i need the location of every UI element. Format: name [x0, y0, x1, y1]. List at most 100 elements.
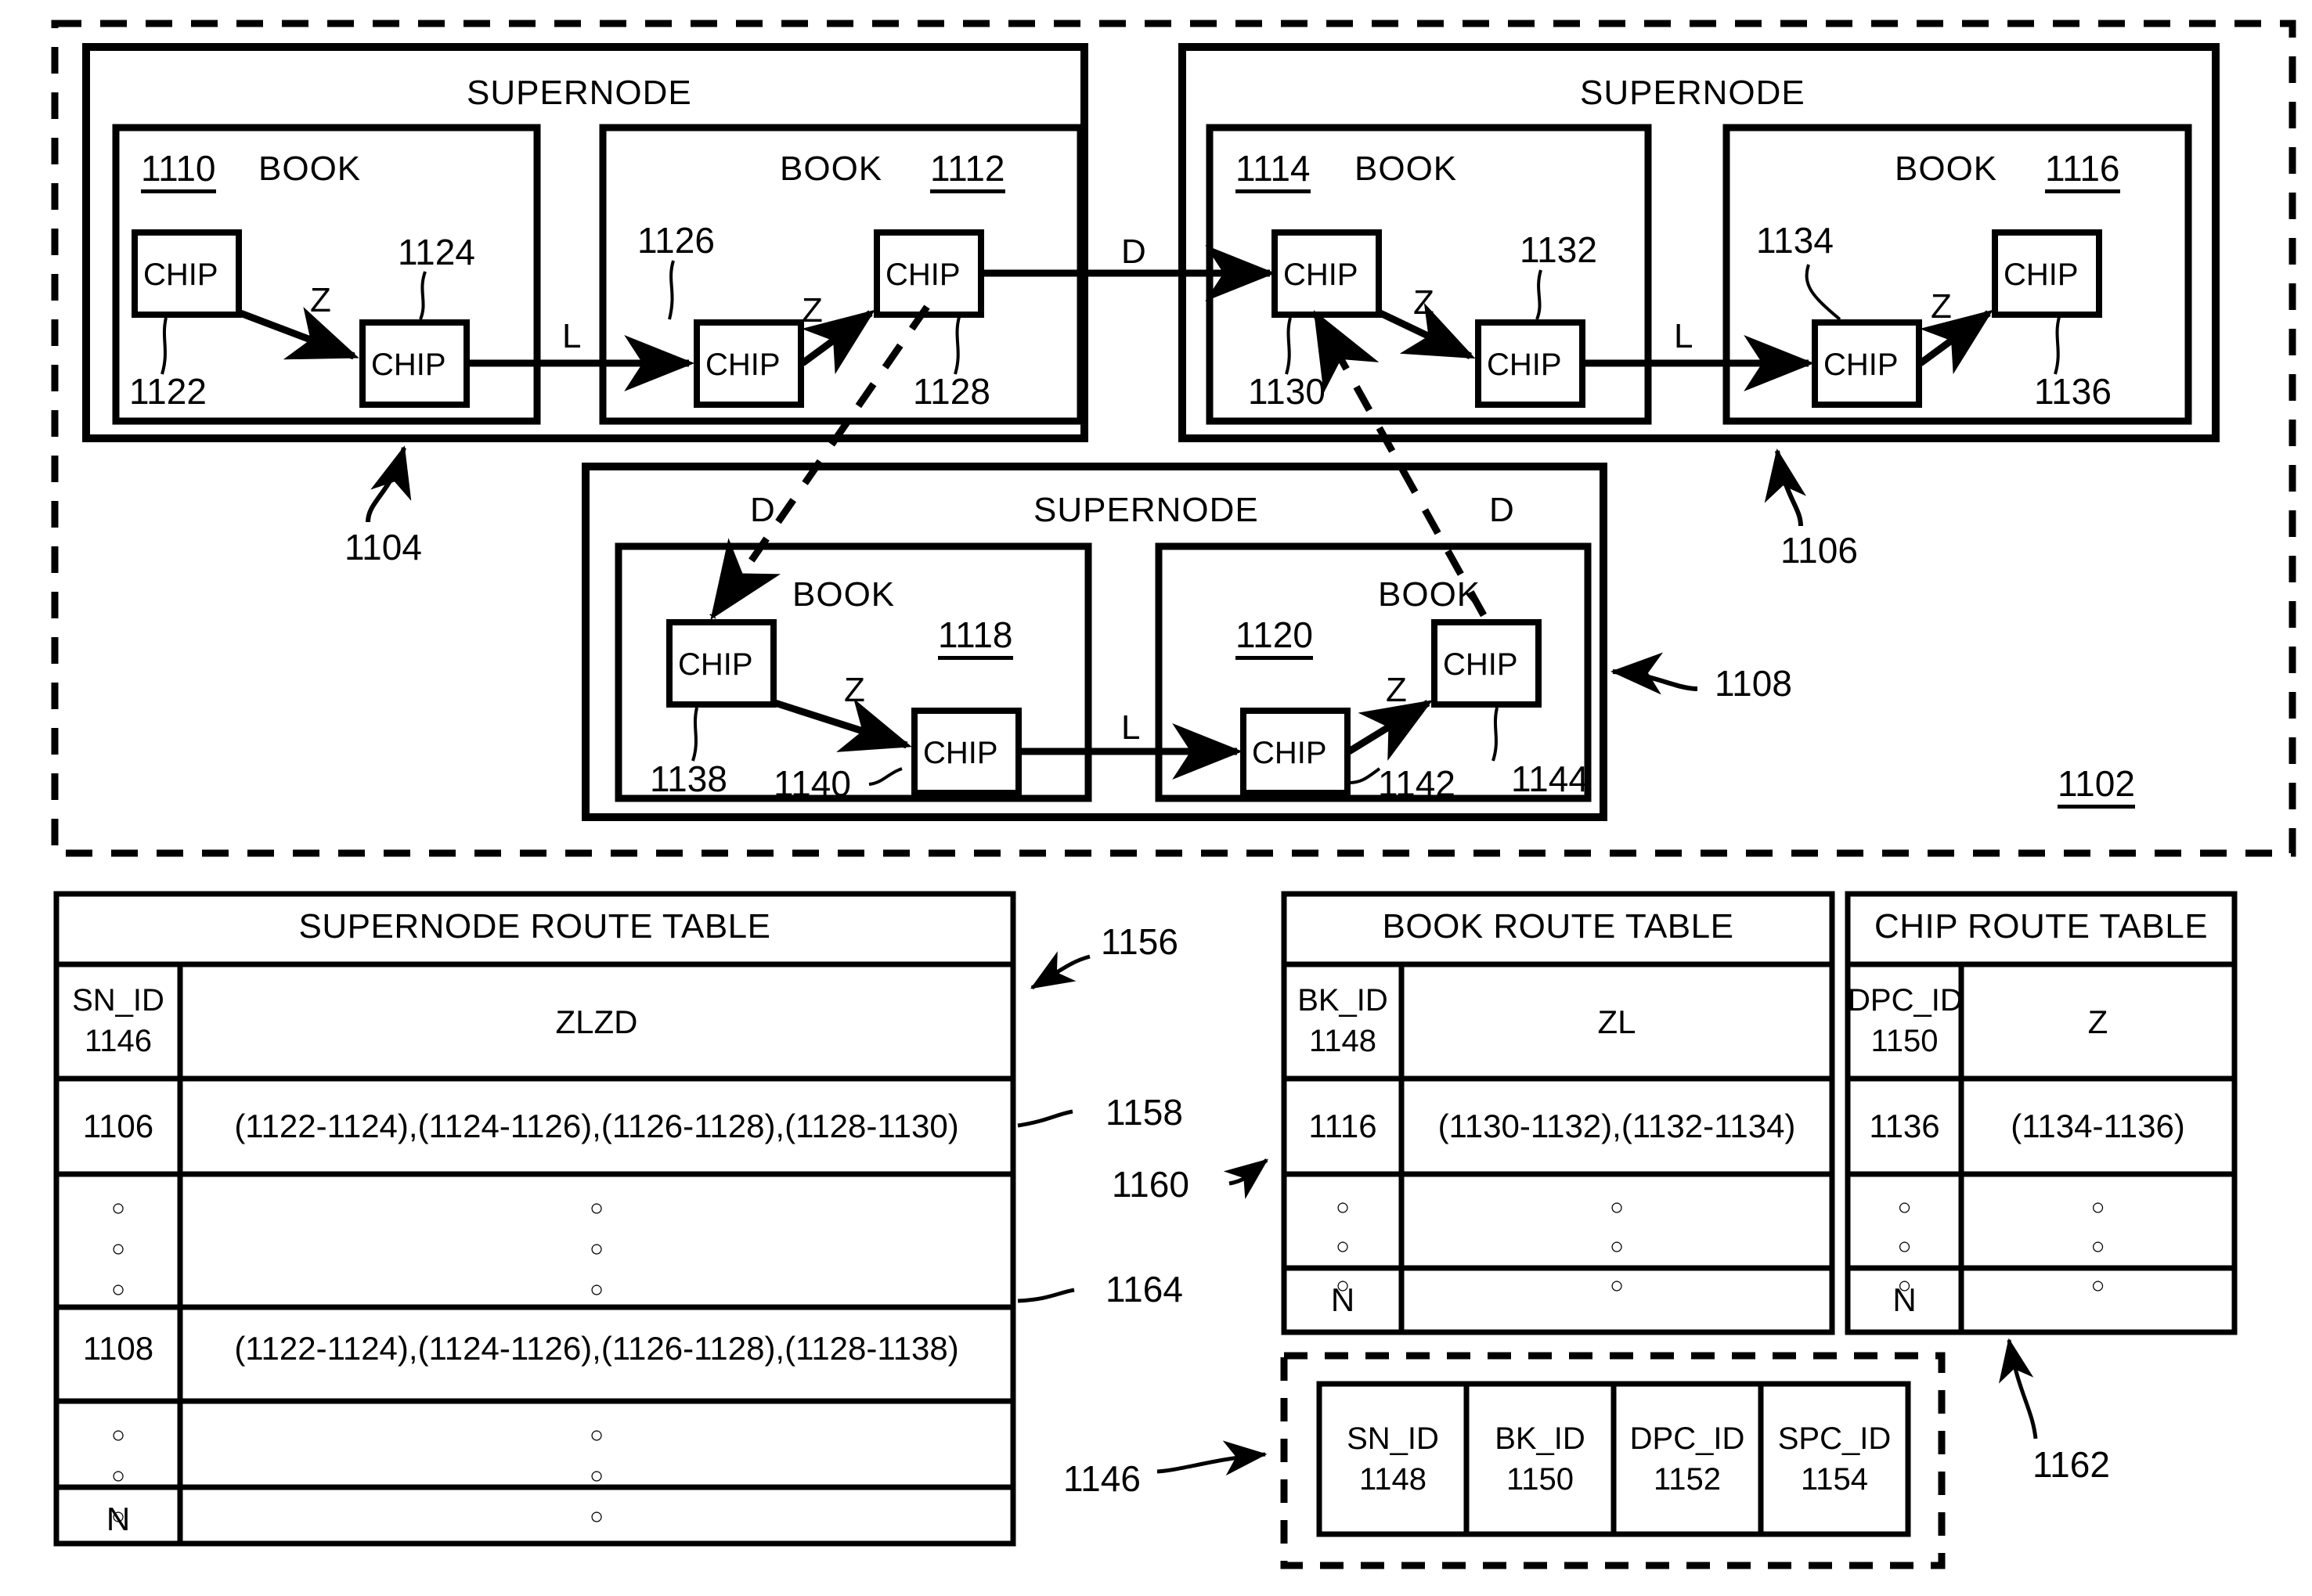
- leader-1156: [1030, 951, 1091, 990]
- ref-1116: 1116: [2045, 150, 2120, 193]
- book-route-table-col-bkid: BK_ID: [1297, 983, 1388, 1018]
- chip-1124-label: CHIP: [371, 348, 446, 382]
- brt-row0-id: 1116: [1308, 1108, 1377, 1144]
- ref-1160: 1160: [1112, 1164, 1189, 1205]
- l-label-3: L: [1121, 708, 1141, 747]
- ref-1132: 1132: [1520, 229, 1597, 270]
- z-link-1142-1144: [1347, 700, 1434, 761]
- chip-route-table-col-dpcid-ref: 1150: [1870, 1024, 1939, 1058]
- chip-route-table-title: CHIP ROUTE TABLE: [1874, 907, 2209, 946]
- brt-row2-id: N: [1330, 1281, 1355, 1318]
- z-label-2: Z: [802, 291, 823, 330]
- ref-1108: 1108: [1715, 663, 1792, 704]
- book-1120-caption: BOOK: [1378, 575, 1481, 614]
- ref-1142: 1142: [1378, 763, 1455, 804]
- leader-1164: [1017, 1288, 1075, 1303]
- leader-1134: [1805, 264, 1841, 321]
- leader-1122: [161, 317, 168, 375]
- leader-1158: [1017, 1109, 1073, 1128]
- brt-row0-route: (1130-1132),(1132-1134): [1437, 1108, 1796, 1144]
- ref-1102: 1102: [2058, 766, 2135, 809]
- book-route-table-title: BOOK ROUTE TABLE: [1382, 907, 1734, 946]
- ref-1106: 1106: [1780, 530, 1858, 571]
- z-link-1122-1124: [239, 306, 359, 360]
- id-record-field-snid-ref: 1148: [1358, 1462, 1427, 1497]
- book-route-table-col-bkid-ref: 1148: [1308, 1024, 1376, 1058]
- book-1118-caption: BOOK: [792, 575, 896, 614]
- chip-1126-label: CHIP: [705, 348, 781, 382]
- brt-row1-route-ellipsis: ○ ○ ○: [1609, 1194, 1625, 1299]
- patent-figure: SUPERNODE 1110 BOOK CHIP 1122 CHIP 1124 …: [0, 0, 2312, 1596]
- book-1114-caption: BOOK: [1354, 150, 1458, 188]
- ref-1162: 1162: [2032, 1444, 2110, 1485]
- id-record-field-dpcid-ref: 1152: [1653, 1462, 1721, 1497]
- srt-row3-route-ellipsis: ○ ○ ○: [589, 1422, 604, 1529]
- chip-1144-label: CHIP: [1443, 647, 1518, 682]
- ref-1124: 1124: [398, 232, 475, 272]
- l-label-2: L: [1674, 317, 1693, 355]
- supernode-1106-caption: SUPERNODE: [1580, 74, 1805, 112]
- d-label-3: D: [1489, 491, 1514, 529]
- ref-1140: 1140: [774, 763, 851, 804]
- leader-1126: [668, 260, 675, 320]
- leader-1108: [1610, 652, 1698, 695]
- leader-1136: [2054, 316, 2061, 375]
- leader-1146: [1156, 1440, 1268, 1476]
- chip-1142-label: CHIP: [1252, 736, 1327, 770]
- chip-route-table-col-dpcid: DPC_ID: [1848, 983, 1963, 1018]
- ref-1118: 1118: [938, 617, 1013, 660]
- z-label-6: Z: [1386, 671, 1407, 709]
- chip-1122-label: CHIP: [143, 258, 218, 292]
- d-label-2: D: [750, 491, 775, 529]
- crt-row0-id: 1136: [1869, 1108, 1940, 1144]
- chip-1140-label: CHIP: [923, 736, 998, 770]
- srt-row0-id: 1106: [82, 1108, 154, 1144]
- id-record-field-bkid: BK_ID: [1495, 1421, 1585, 1456]
- srt-row1-id-ellipsis: ○ ○ ○: [110, 1195, 126, 1302]
- leader-1130: [1285, 317, 1292, 375]
- ref-1110: 1110: [141, 150, 216, 193]
- supernode-route-table-col-snid: SN_ID: [72, 983, 164, 1018]
- supernode-1108-caption: SUPERNODE: [1033, 491, 1259, 529]
- ref-1104: 1104: [344, 527, 422, 567]
- leader-1140: [868, 767, 903, 786]
- book-1110-caption: BOOK: [258, 150, 362, 188]
- ref-1134: 1134: [1756, 220, 1834, 261]
- crt-row2-id: N: [1892, 1281, 1917, 1318]
- id-record-field-bkid-ref: 1150: [1506, 1462, 1574, 1497]
- leader-1138: [691, 707, 698, 762]
- srt-row2-id: 1108: [82, 1330, 154, 1367]
- leader-1132: [1535, 269, 1542, 320]
- z-link-1138-1140: [774, 698, 912, 752]
- leader-1124: [419, 271, 427, 320]
- leader-1162: [1998, 1338, 2038, 1439]
- srt-row4-id: N: [106, 1501, 131, 1537]
- book-route-table-col-zl: ZL: [1597, 1003, 1636, 1040]
- ref-1156: 1156: [1101, 921, 1178, 962]
- book-1116-caption: BOOK: [1895, 150, 1998, 188]
- ref-1144: 1144: [1511, 758, 1589, 799]
- srt-row2-route: (1122-1124),(1124-1126),(1126-1128),(112…: [234, 1330, 959, 1367]
- supernode-route-table-col-snid-ref: 1146: [84, 1024, 152, 1058]
- chip-1136-label: CHIP: [2004, 258, 2079, 292]
- z-label-3: Z: [1413, 283, 1434, 322]
- id-record-field-snid: SN_ID: [1347, 1421, 1439, 1456]
- ref-1112: 1112: [930, 150, 1005, 193]
- id-record-field-dpcid: DPC_ID: [1629, 1421, 1745, 1456]
- crt-row0-route: (1134-1136): [2011, 1108, 2185, 1144]
- leader-1128: [954, 316, 961, 375]
- supernode-route-table-title: SUPERNODE ROUTE TABLE: [298, 907, 771, 946]
- chip-1132-label: CHIP: [1487, 348, 1562, 382]
- chip-1130-label: CHIP: [1283, 258, 1358, 292]
- z-label-4: Z: [1931, 287, 1952, 326]
- ref-1126: 1126: [637, 220, 715, 261]
- chip-1128-label: CHIP: [885, 258, 961, 292]
- chip-1134-label: CHIP: [1823, 348, 1899, 382]
- chip-1138-label: CHIP: [678, 647, 753, 682]
- z-label-1: Z: [310, 281, 331, 319]
- ref-1138: 1138: [650, 758, 727, 799]
- id-record-field-spcid-ref: 1154: [1800, 1462, 1868, 1497]
- leader-1144: [1491, 707, 1499, 762]
- ref-1120: 1120: [1235, 617, 1313, 660]
- leader-1106: [1764, 449, 1807, 527]
